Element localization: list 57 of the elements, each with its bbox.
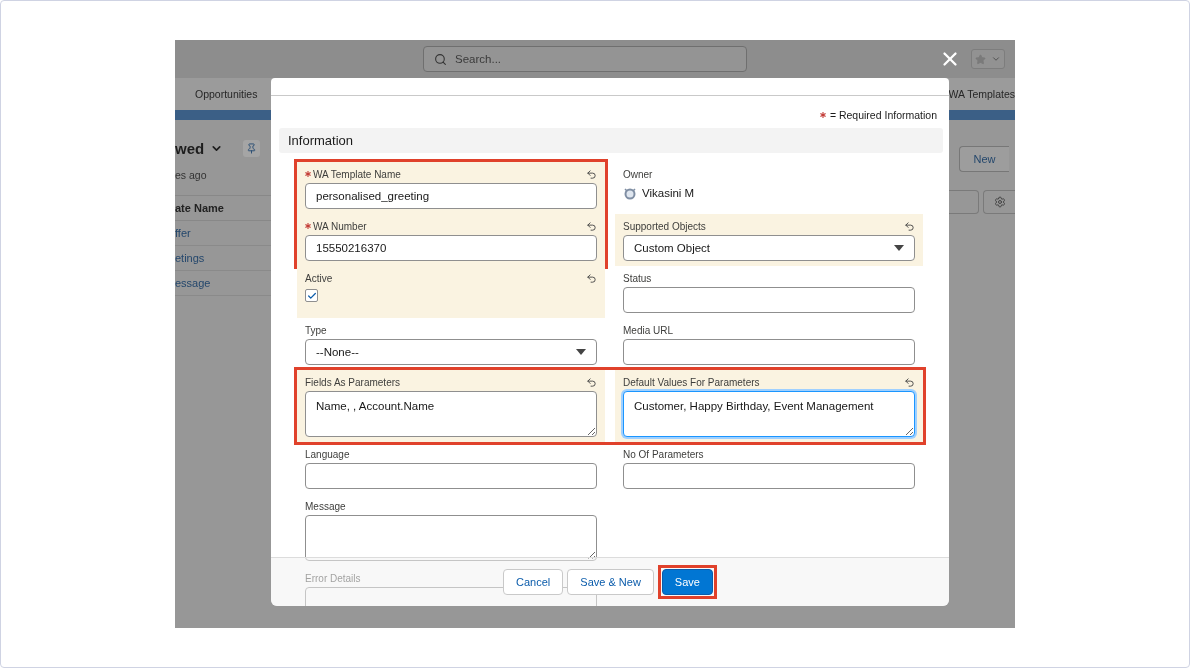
field-label: Error Details (305, 572, 361, 584)
undo-icon[interactable] (904, 220, 915, 232)
field-label: Fields As Parameters (305, 376, 401, 388)
select-field[interactable]: --None-- (305, 339, 597, 365)
text-field[interactable] (623, 339, 915, 365)
text-field[interactable] (305, 463, 597, 489)
nav-tab[interactable]: WA Templates (948, 88, 1015, 100)
check-icon (306, 290, 317, 301)
field-label: Language (305, 448, 350, 460)
undo-icon[interactable] (586, 376, 597, 388)
new-button[interactable]: New (959, 146, 1009, 172)
field-label: Owner (623, 168, 653, 180)
search-icon (434, 52, 447, 66)
text-area[interactable]: Name, , Account.Name (305, 391, 597, 437)
select-field[interactable]: Custom Object (623, 235, 915, 261)
undo-icon[interactable] (904, 376, 915, 388)
footer-button[interactable]: Save & New (567, 569, 654, 595)
settings-button[interactable] (983, 190, 1015, 214)
required-icon (819, 112, 826, 118)
field-label: Media URL (623, 324, 674, 336)
field-label: Supported Objects (623, 220, 706, 232)
field-label: Type (305, 324, 327, 336)
pin-icon (246, 143, 258, 154)
nav-tab[interactable]: Opportunities (195, 88, 258, 100)
text-field[interactable]: personalised_greeting (305, 183, 597, 209)
caret-icon (576, 349, 586, 355)
required-note: = Required Information (829, 109, 937, 121)
star-icon (974, 53, 986, 65)
checkbox[interactable] (305, 289, 318, 302)
text-area[interactable]: Customer, Happy Birthday, Event Management (623, 391, 915, 437)
search-field[interactable]: Search... (423, 46, 747, 72)
owner-name: Vikasini M (642, 187, 695, 199)
text-area[interactable] (305, 515, 597, 561)
updated-text: es ago (175, 169, 208, 181)
caret-icon (991, 54, 1002, 64)
undo-icon[interactable] (586, 272, 597, 284)
field-label: Active (305, 272, 333, 284)
field-label: Status (623, 272, 652, 284)
field-label: Message (305, 500, 346, 512)
section-header[interactable]: Information (279, 128, 943, 153)
footer-button[interactable]: Cancel (503, 569, 564, 595)
field-label: Default Values For Parameters (623, 376, 760, 388)
search-placeholder: Search... (455, 53, 502, 65)
text-field[interactable]: 15550216370 (305, 235, 597, 261)
text-field[interactable] (623, 463, 915, 489)
settings-icon (993, 196, 1006, 208)
save-button[interactable]: Save (661, 569, 713, 595)
undo-icon[interactable] (586, 220, 597, 232)
text-field[interactable] (623, 287, 915, 313)
field-label: No Of Parameters (623, 448, 704, 460)
caret-icon (894, 245, 904, 251)
list-view-title[interactable]: wed (175, 140, 205, 157)
pin-button[interactable] (243, 140, 261, 157)
undo-icon[interactable] (586, 168, 597, 180)
avatar-icon (623, 186, 637, 200)
field-label: WA Template Name (313, 168, 401, 180)
field-label: WA Number (313, 220, 367, 232)
